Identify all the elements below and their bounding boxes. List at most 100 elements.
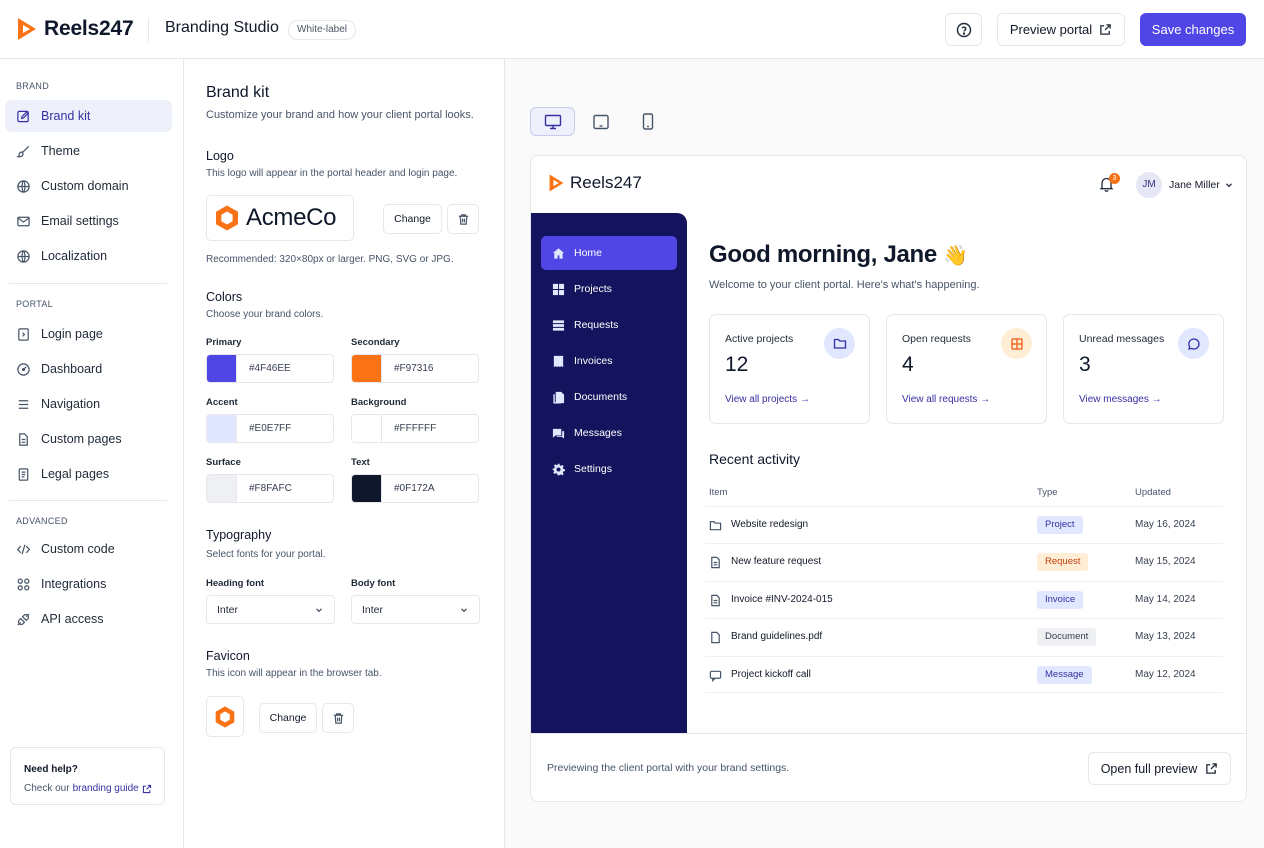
activity-updated: May 12, 2024	[1135, 669, 1196, 680]
logo-delete-button[interactable]	[447, 204, 479, 234]
logo-title: Logo	[206, 149, 234, 163]
portal-nav-messages[interactable]: Messages	[541, 416, 677, 450]
color-swatch[interactable]	[352, 355, 382, 382]
preview-portal-button[interactable]: Preview portal	[997, 13, 1125, 46]
portal-logo: Reels247	[548, 173, 642, 193]
type-badge: Invoice	[1037, 591, 1084, 609]
open-full-preview-button[interactable]: Open full preview	[1088, 752, 1231, 785]
logo-change-button[interactable]: Change	[383, 204, 442, 234]
sidebar-item-navigation[interactable]: Navigation	[5, 388, 172, 420]
table-row[interactable]: Invoice #INV-2024-015 Invoice May 14, 20…	[705, 581, 1223, 618]
request-grid-icon	[1001, 328, 1032, 359]
folder-icon	[709, 521, 722, 531]
sidebar-item-custom-domain[interactable]: Custom domain	[5, 170, 172, 202]
table-row[interactable]: Website redesign Project May 16, 2024	[705, 506, 1223, 543]
stat-card-open-requests[interactable]: Open requests 4 View all requests →	[886, 314, 1047, 424]
trash-icon	[458, 213, 468, 225]
sidebar-divider	[9, 283, 167, 284]
stat-link[interactable]: View all projects →	[725, 394, 810, 405]
favicon-preview	[206, 696, 244, 737]
sidebar-item-localization[interactable]: Localization	[5, 240, 172, 272]
gear-icon	[552, 463, 565, 475]
heading-font-select[interactable]: Inter	[206, 595, 335, 624]
device-tablet-toggle[interactable]	[582, 107, 620, 136]
sidebar-item-label: Login page	[41, 327, 103, 341]
message-icon	[1178, 328, 1209, 359]
brand-kit-subtitle: Customize your brand and how your client…	[206, 109, 474, 121]
sidebar-item-label: Legal pages	[41, 467, 110, 481]
branding-guide-link[interactable]: branding guide	[73, 783, 139, 794]
avatar[interactable]: JM	[1136, 172, 1162, 198]
user-name[interactable]: Jane Miller	[1169, 179, 1220, 191]
color-swatch[interactable]	[207, 475, 237, 502]
favicon-change-button[interactable]: Change	[259, 703, 317, 733]
color-input-background[interactable]: #FFFFFF	[351, 414, 479, 443]
color-input-surface[interactable]: #F8FAFC	[206, 474, 334, 503]
sidebar-item-integrations[interactable]: Integrations	[5, 568, 172, 600]
sidebar-item-label: Custom domain	[41, 179, 129, 193]
sidebar-item-login-page[interactable]: Login page	[5, 318, 172, 350]
save-changes-button[interactable]: Save changes	[1140, 13, 1246, 46]
sidebar-item-custom-pages[interactable]: Custom pages	[5, 423, 172, 455]
help-circle-icon	[956, 22, 971, 37]
portal-nav-label: Requests	[574, 319, 619, 331]
sidebar-item-theme[interactable]: Theme	[5, 135, 172, 167]
sidebar-item-custom-code[interactable]: Custom code	[5, 533, 172, 565]
sidebar-item-email-settings[interactable]: Email settings	[5, 205, 172, 237]
portal-nav-projects[interactable]: Projects	[541, 272, 677, 306]
column-header-updated: Updated	[1135, 487, 1171, 498]
app-logo[interactable]: Reels247	[16, 16, 134, 42]
color-swatch[interactable]	[207, 355, 237, 382]
portal-sidebar: Home Projects Requests Invoices Document…	[531, 213, 687, 733]
sidebar-item-label: Theme	[41, 144, 80, 158]
notification-badge: 3	[1109, 173, 1120, 184]
brand-kit-panel: Brand kit Customize your brand and how y…	[184, 59, 505, 848]
color-hex: #E0E7FF	[249, 423, 292, 434]
portal-nav-settings[interactable]: Settings	[541, 452, 677, 486]
favicon-delete-button[interactable]	[322, 703, 354, 733]
color-input-text[interactable]: #0F172A	[351, 474, 479, 503]
sidebar-item-dashboard[interactable]: Dashboard	[5, 353, 172, 385]
help-card: Need help? Check our branding guide	[10, 747, 165, 805]
color-swatch[interactable]	[207, 415, 237, 442]
color-input-secondary[interactable]: #F97316	[351, 354, 479, 383]
portal-nav-label: Documents	[574, 391, 628, 403]
portal-nav-documents[interactable]: Documents	[541, 380, 677, 414]
greeting-text: Good morning, Jane	[709, 241, 937, 268]
chevron-down-icon[interactable]	[1224, 180, 1234, 190]
hexagon-logo-icon	[216, 205, 238, 231]
portal-nav-invoices[interactable]: Invoices	[541, 344, 677, 378]
color-input-accent[interactable]: #E0E7FF	[206, 414, 334, 443]
stat-card-unread-messages[interactable]: Unread messages 3 View messages →	[1063, 314, 1224, 424]
color-label-surface: Surface	[206, 457, 241, 468]
sidebar-item-api-access[interactable]: API access	[5, 603, 172, 635]
device-desktop-toggle[interactable]	[530, 107, 575, 136]
color-input-primary[interactable]: #4F46EE	[206, 354, 334, 383]
body-font-select[interactable]: Inter	[351, 595, 480, 624]
stat-card-active-projects[interactable]: Active projects 12 View all projects →	[709, 314, 870, 424]
portal-nav-home[interactable]: Home	[541, 236, 677, 270]
file-icon	[711, 556, 720, 569]
white-label-badge: White-label	[288, 20, 357, 40]
sidebar-section-brand: BRAND	[16, 81, 50, 91]
login-icon	[18, 327, 29, 341]
help-button[interactable]	[945, 13, 982, 46]
folder-icon	[824, 328, 855, 359]
mail-icon	[17, 216, 30, 226]
menu-lines-icon	[18, 399, 29, 409]
color-swatch[interactable]	[352, 415, 382, 442]
table-row[interactable]: Project kickoff call Message May 12, 202…	[705, 656, 1223, 693]
table-row[interactable]: Brand guidelines.pdf Document May 13, 20…	[705, 618, 1223, 655]
portal-nav-requests[interactable]: Requests	[541, 308, 677, 342]
table-row[interactable]: New feature request Request May 15, 2024	[705, 543, 1223, 580]
message-icon	[709, 670, 722, 682]
stat-link[interactable]: View messages →	[1079, 394, 1162, 405]
stat-link[interactable]: View all requests →	[902, 394, 990, 405]
portal-nav-label: Projects	[574, 283, 612, 295]
device-mobile-toggle[interactable]	[629, 107, 667, 136]
color-hex: #4F46EE	[249, 363, 291, 374]
color-swatch[interactable]	[352, 475, 382, 502]
sidebar-item-legal-pages[interactable]: Legal pages	[5, 458, 172, 490]
logo-hint: Recommended: 320×80px or larger. PNG, SV…	[206, 254, 454, 265]
sidebar-item-brand-kit[interactable]: Brand kit	[5, 100, 172, 132]
